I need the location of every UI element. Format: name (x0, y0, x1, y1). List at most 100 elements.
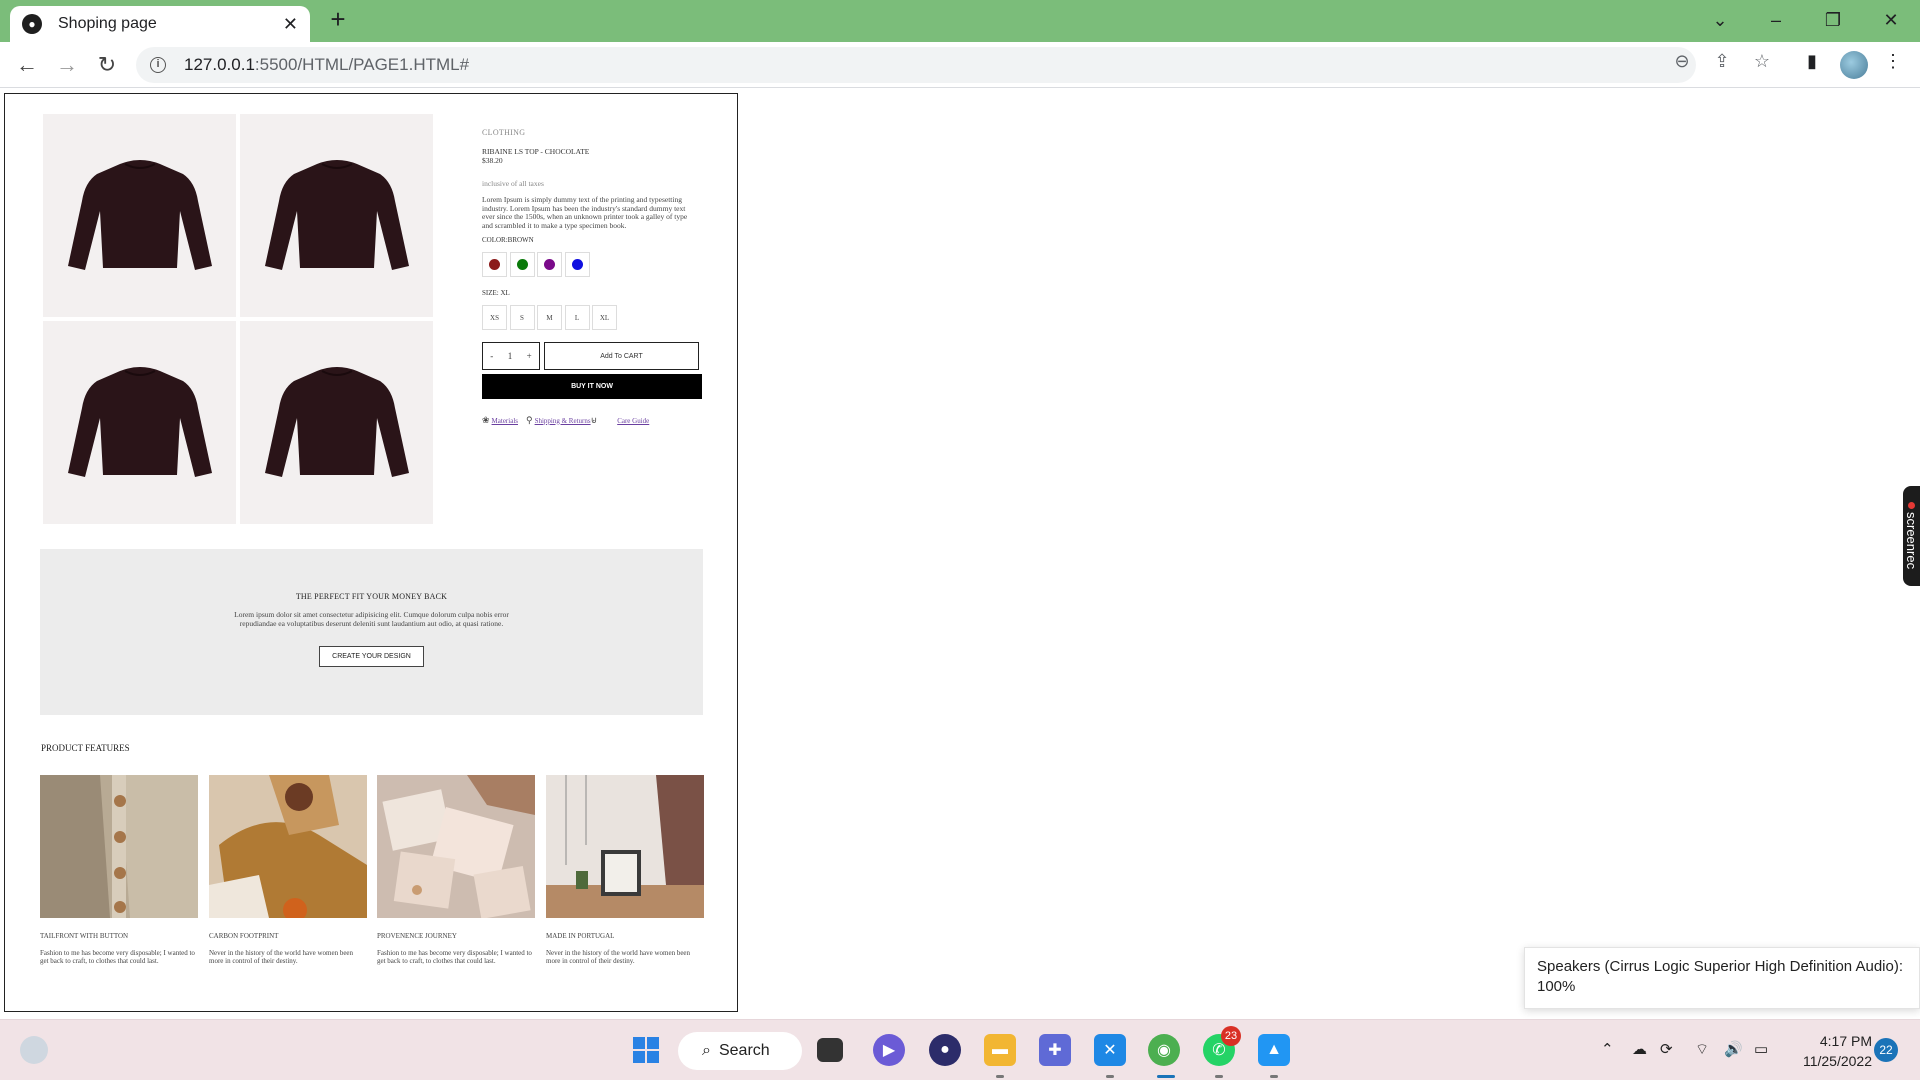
size-option-xs[interactable]: XS (482, 305, 507, 330)
restore-icon[interactable]: ❐ (1813, 6, 1853, 34)
returns-icon: ⊌ (590, 415, 598, 425)
sweater-image (67, 366, 212, 477)
size-label: SIZE: XL (482, 289, 510, 297)
site-info-icon[interactable]: i (150, 57, 166, 73)
taskbar: ⌕ Search ▶ ● ▬ ✚ ✕ ◉ ✆ 23 ▲ ⌃ ☁ ⟳ ⌔ 🔊 ▭ 4… (0, 1019, 1920, 1080)
teams-chat-icon[interactable]: ▶ (873, 1034, 905, 1066)
product-price: $38.20 (482, 156, 503, 165)
wifi-icon[interactable]: ⌔ (1695, 1040, 1709, 1059)
reload-icon[interactable]: ↻ (92, 50, 122, 80)
share-icon[interactable]: ⇪ (1710, 51, 1734, 72)
address-bar[interactable]: i 127.0.0.1:5500/HTML/PAGE1.HTML# (136, 47, 1696, 83)
features-heading: PRODUCT FEATURES (41, 743, 130, 753)
tax-note: inclusive of all taxes (482, 179, 544, 188)
whatsapp-icon[interactable]: ✆ 23 (1203, 1026, 1241, 1066)
page-viewport: CLOTHING RIBAINE LS TOP - CHOCOLATE $38.… (0, 89, 1920, 1019)
side-panel-icon[interactable]: ▮ (1799, 51, 1825, 72)
buy-now-button[interactable]: BUY IT NOW (482, 374, 702, 399)
feature-card: MADE IN PORTUGAL Never in the history of… (546, 775, 704, 965)
screenrec-widget[interactable]: screenrec (1903, 486, 1920, 586)
color-swatches (482, 252, 712, 277)
quantity-stepper: - 1 + (482, 342, 540, 370)
feature-title: PROVENENCE JOURNEY (377, 932, 457, 940)
product-info: CLOTHING RIBAINE LS TOP - CHOCOLATE $38.… (482, 128, 712, 426)
running-indicator (1270, 1075, 1278, 1078)
feature-title: TAILFRONT WITH BUTTON (40, 932, 129, 940)
product-image-2[interactable] (240, 114, 433, 317)
color-swatch[interactable] (509, 252, 535, 277)
create-design-button[interactable]: CREATE YOUR DESIGN (319, 646, 424, 667)
task-view-icon[interactable] (817, 1038, 843, 1062)
care-guide-link[interactable]: Care Guide (617, 417, 649, 425)
battery-icon[interactable]: ▭ (1754, 1040, 1768, 1058)
sweater-image (264, 366, 409, 477)
product-image-4[interactable] (240, 321, 433, 524)
promo-banner: THE PERFECT FIT YOUR MONEY BACK Lorem ip… (40, 549, 703, 715)
eclipse-icon[interactable]: ● (929, 1034, 961, 1066)
stack-app-icon[interactable]: ✚ (1039, 1034, 1071, 1066)
vscode-icon[interactable]: ✕ (1094, 1034, 1126, 1066)
zoom-icon[interactable]: ⊖ (1670, 51, 1694, 72)
taskbar-search[interactable]: ⌕ Search (678, 1032, 802, 1070)
close-tab-icon[interactable]: ✕ (283, 14, 298, 35)
feature-text: Fashion to me has become very disposable… (377, 949, 532, 965)
photos-icon[interactable]: ▲ (1258, 1034, 1290, 1066)
new-tab-button[interactable]: + (324, 6, 352, 34)
feature-text: Fashion to me has become very disposable… (40, 949, 195, 965)
browser-tab[interactable]: ● Shoping page ✕ (10, 6, 310, 42)
color-swatch[interactable] (564, 252, 590, 277)
size-option-l[interactable]: L (564, 305, 590, 330)
sweater-image (67, 159, 212, 270)
volume-toast: Speakers (Cirrus Logic Superior High Def… (1524, 947, 1920, 1009)
qty-value[interactable]: 1 (508, 351, 513, 361)
size-option-s[interactable]: S (509, 305, 535, 330)
feature-card: TAILFRONT WITH BUTTON Fashion to me has … (40, 775, 198, 965)
materials-link[interactable]: Materials (492, 417, 518, 425)
feature-card: CARBON FOOTPRINT Never in the history of… (209, 775, 367, 965)
color-label: COLOR:BROWN (482, 236, 534, 244)
browser-tab-bar: ● Shoping page ✕ + ⌄ – ❐ ✕ (0, 0, 1920, 42)
feature-image-provenance (377, 775, 535, 918)
system-clock[interactable]: 4:17 PM 11/25/2022 (1792, 1031, 1872, 1071)
size-options: XS S M L XL (482, 305, 712, 330)
volume-icon[interactable]: 🔊 (1724, 1040, 1743, 1058)
qty-plus-button[interactable]: + (527, 351, 532, 361)
add-to-cart-button[interactable]: Add To CART (544, 342, 699, 370)
widgets-icon[interactable] (20, 1036, 48, 1064)
product-image-1[interactable] (43, 114, 236, 317)
tab-title: Shoping page (58, 15, 157, 32)
profile-avatar[interactable] (1840, 51, 1868, 79)
cart-row: - 1 + Add To CART (482, 342, 712, 370)
onedrive-icon[interactable]: ☁ (1632, 1040, 1647, 1058)
feature-card: PROVENENCE JOURNEY Fashion to me has bec… (377, 775, 535, 965)
tab-search-icon[interactable]: ⌄ (1700, 6, 1740, 34)
active-indicator (1157, 1075, 1175, 1078)
tray-overflow-icon[interactable]: ⌃ (1601, 1040, 1614, 1058)
sweater-image (264, 159, 409, 270)
close-window-icon[interactable]: ✕ (1871, 6, 1911, 34)
globe-icon: ● (22, 14, 42, 34)
color-swatch[interactable] (482, 252, 507, 277)
whatsapp-badge: 23 (1221, 1026, 1241, 1046)
size-option-m[interactable]: M (537, 305, 562, 330)
running-indicator (1106, 1075, 1114, 1078)
product-name: RIBAINE LS TOP - CHOCOLATE (482, 147, 590, 156)
chrome-icon[interactable]: ◉ (1148, 1034, 1180, 1066)
shipping-returns-link[interactable]: Shipping & Returns (535, 417, 591, 425)
notification-count[interactable]: 22 (1874, 1038, 1898, 1062)
minimize-icon[interactable]: – (1756, 6, 1796, 34)
file-explorer-icon[interactable]: ▬ (984, 1034, 1016, 1066)
forward-icon[interactable]: → (52, 50, 82, 80)
menu-icon[interactable]: ⋮ (1880, 51, 1906, 72)
back-icon[interactable]: ← (12, 50, 42, 80)
color-swatch[interactable] (537, 252, 562, 277)
sync-icon[interactable]: ⟳ (1660, 1040, 1673, 1058)
feature-text: Never in the history of the world have w… (546, 949, 691, 965)
product-image-3[interactable] (43, 321, 236, 524)
color-dot (489, 259, 500, 270)
bookmark-star-icon[interactable]: ☆ (1750, 51, 1774, 72)
windows-start-icon[interactable] (630, 1034, 662, 1066)
qty-minus-button[interactable]: - (490, 351, 493, 361)
color-dot (516, 259, 528, 270)
size-option-xl[interactable]: XL (592, 305, 617, 330)
